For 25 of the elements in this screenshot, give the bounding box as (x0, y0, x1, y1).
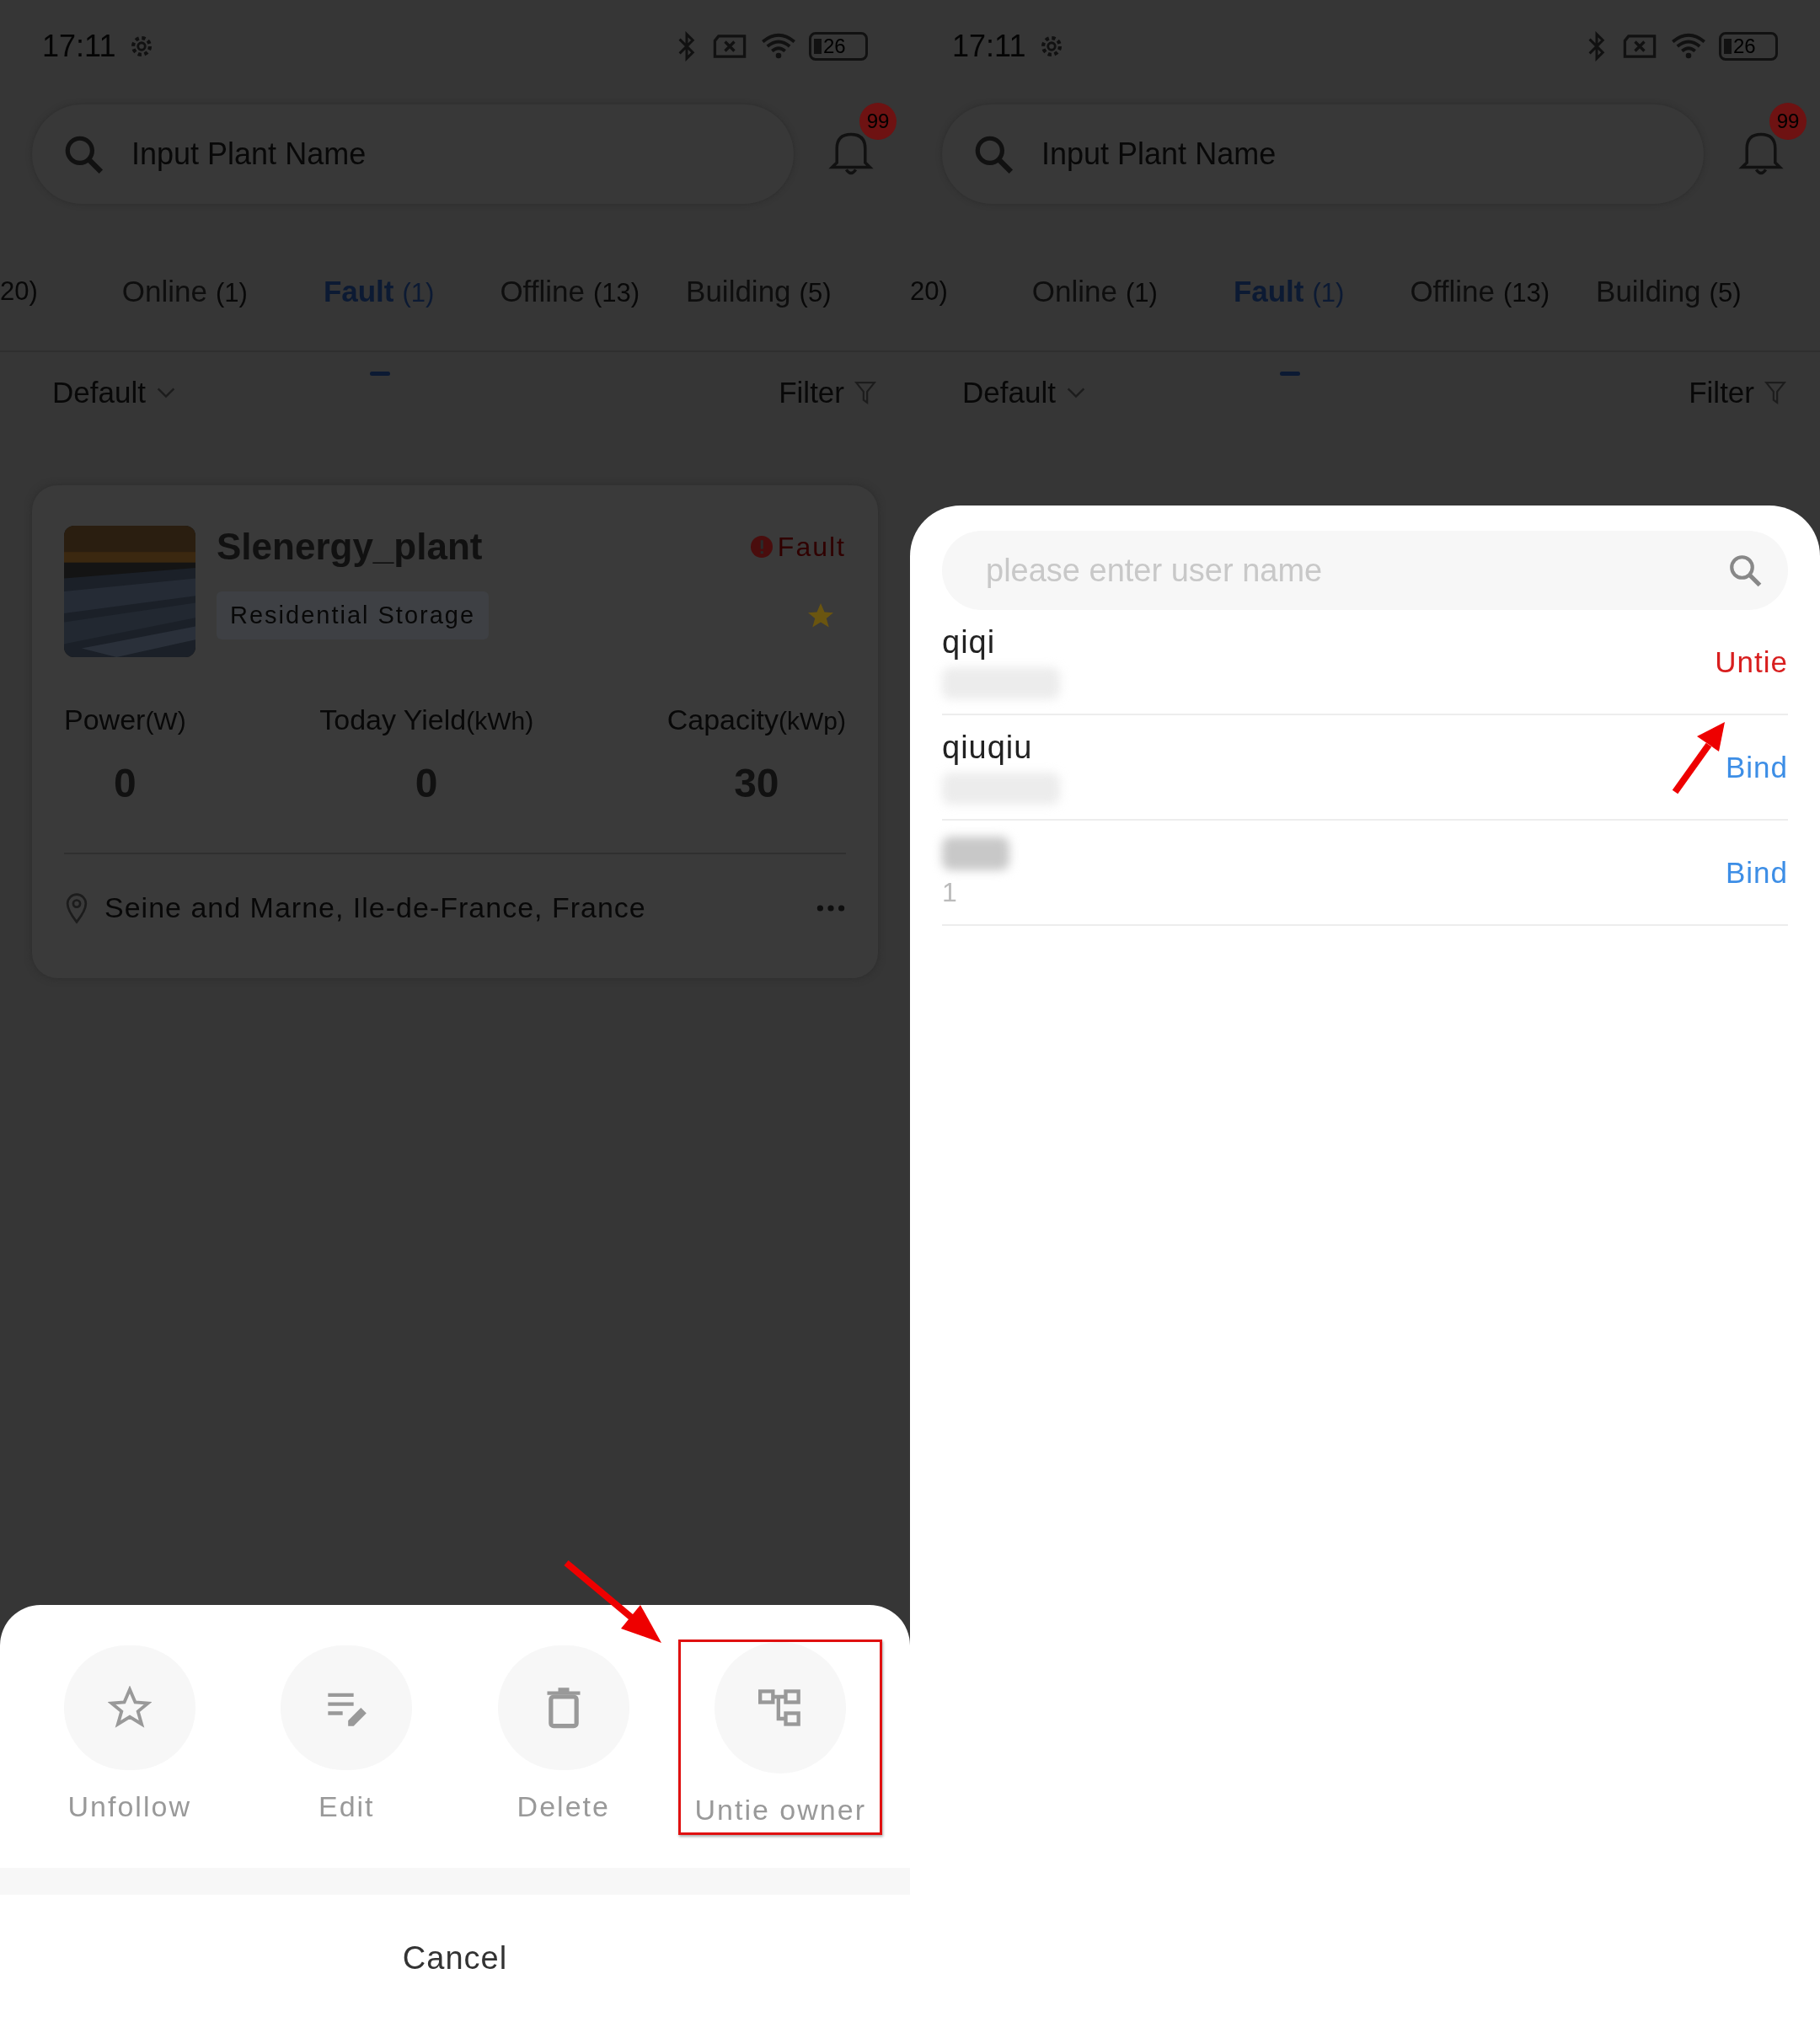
sheet-action[interactable]: Unfollow (27, 1643, 232, 1826)
tab-indicator (369, 372, 390, 376)
search-icon[interactable] (1727, 553, 1763, 588)
tab-indicator (1279, 372, 1300, 376)
user-name: qiqi (942, 624, 997, 661)
location-pin-icon (64, 891, 89, 924)
more-icon[interactable] (816, 902, 846, 913)
user-action-link[interactable]: Bind (1725, 855, 1788, 890)
alert-icon (750, 536, 773, 558)
notification-badge: 99 (859, 103, 897, 140)
chevron-down-icon (1065, 387, 1086, 399)
user-action-link[interactable]: Bind (1725, 750, 1788, 784)
star-icon (107, 1686, 152, 1730)
user-action-link[interactable]: Untie (1715, 645, 1788, 679)
sheet-action[interactable]: Delete (461, 1643, 666, 1826)
chevron-down-icon (155, 387, 176, 399)
notification-badge: 99 (1769, 103, 1807, 140)
filter-icon (854, 380, 876, 405)
sheet-action[interactable]: Untie owner (678, 1640, 883, 1835)
fault-status: Fault (750, 531, 846, 563)
plant-type-tag: Residential Storage (217, 591, 490, 639)
sheet-action[interactable]: Edit (244, 1643, 449, 1826)
user-name: qiuqiu (942, 730, 1034, 766)
user-detail: 1 (942, 877, 958, 908)
filter-icon (1764, 380, 1786, 405)
